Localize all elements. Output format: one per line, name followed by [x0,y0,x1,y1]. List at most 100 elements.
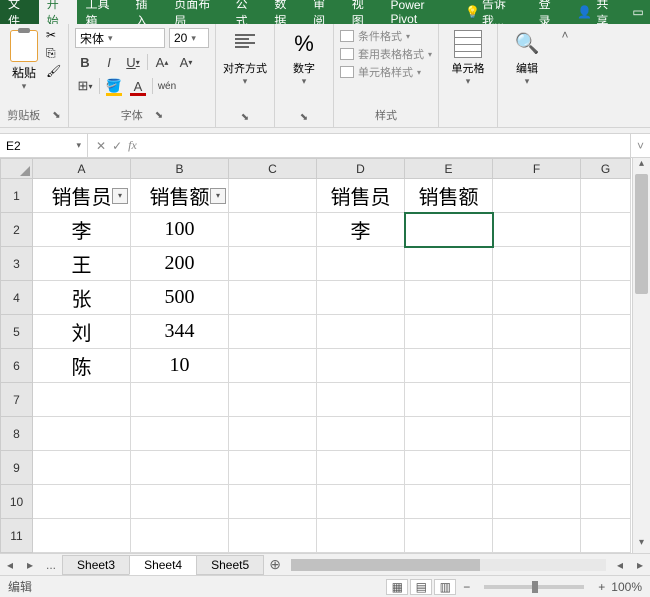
cell-B7[interactable] [131,383,229,417]
view-page-layout-button[interactable]: ▤ [410,579,432,595]
clipboard-launcher[interactable]: ⬊ [52,110,60,121]
column-header-C[interactable]: C [229,159,317,179]
cell-E11[interactable] [405,519,493,553]
hscroll-thumb[interactable] [291,559,480,571]
column-header-D[interactable]: D [317,159,405,179]
cell-B3[interactable]: 200 [131,247,229,281]
cell-B11[interactable] [131,519,229,553]
vertical-scrollbar[interactable]: ▴ ▾ [632,158,650,553]
alignment-launcher[interactable]: ⬊ [241,112,249,123]
sheet-nav-prev[interactable]: ◂ [0,558,20,572]
cell-F3[interactable] [493,247,581,281]
increase-font-button[interactable]: A▴ [152,52,172,72]
cell-A3[interactable]: 王 [33,247,131,281]
zoom-level[interactable]: 100% [611,580,642,594]
cell-A5[interactable]: 刘 [33,315,131,349]
cell-E10[interactable] [405,485,493,519]
zoom-thumb[interactable] [532,581,538,593]
cell-B2[interactable]: 100 [131,213,229,247]
cell-A8[interactable] [33,417,131,451]
row-header-2[interactable]: 2 [1,213,33,247]
paste-button[interactable]: 粘贴 ▾ [6,28,42,92]
cell-C1[interactable] [229,179,317,213]
sheet-tab-sheet4[interactable]: Sheet4 [129,555,197,575]
row-header-11[interactable]: 11 [1,519,33,553]
cell-D3[interactable] [317,247,405,281]
cell-C3[interactable] [229,247,317,281]
filter-button-B1[interactable]: ▾ [210,188,226,204]
cell-E3[interactable] [405,247,493,281]
format-as-table-button[interactable]: 套用表格格式▾ [340,46,432,62]
cells-button[interactable]: 单元格 ▾ [445,28,491,87]
bold-button[interactable]: B [75,52,95,72]
cell-D5[interactable] [317,315,405,349]
border-button[interactable]: ⊞▾ [75,76,95,96]
cell-D1[interactable]: 销售员 [317,179,405,213]
cell-C9[interactable] [229,451,317,485]
cell-F4[interactable] [493,281,581,315]
font-launcher[interactable]: ⬊ [155,110,163,121]
zoom-in-button[interactable]: + [598,580,605,594]
cell-F10[interactable] [493,485,581,519]
cell-C7[interactable] [229,383,317,417]
conditional-format-button[interactable]: 条件格式▾ [340,28,410,44]
window-help[interactable]: ▭ [626,5,650,19]
cell-G9[interactable] [581,451,631,485]
column-header-A[interactable]: A [33,159,131,179]
cell-A4[interactable]: 张 [33,281,131,315]
sheet-overflow[interactable]: ... [40,558,62,572]
name-box[interactable]: E2 ▾ [0,134,88,157]
cell-D2[interactable]: 李 [317,213,405,247]
font-size-combo[interactable]: 20▾ [169,28,209,48]
cell-E5[interactable] [405,315,493,349]
fill-color-button[interactable]: 🪣 [104,76,124,96]
cancel-formula-button[interactable]: ✕ [96,139,106,153]
cell-E1[interactable]: 销售额 [405,179,493,213]
number-button[interactable]: % 数字 ▾ [281,28,327,87]
hscroll-right[interactable]: ▸ [630,558,650,572]
cell-C8[interactable] [229,417,317,451]
phonetic-button[interactable]: wén [157,76,177,96]
cell-E9[interactable] [405,451,493,485]
cell-A10[interactable] [33,485,131,519]
cell-D8[interactable] [317,417,405,451]
underline-button[interactable]: U▾ [123,52,143,72]
accept-formula-button[interactable]: ✓ [112,139,122,153]
cell-A11[interactable] [33,519,131,553]
cell-C10[interactable] [229,485,317,519]
cell-D6[interactable] [317,349,405,383]
cell-C2[interactable] [229,213,317,247]
sheet-nav-next[interactable]: ▸ [20,558,40,572]
column-header-F[interactable]: F [493,159,581,179]
cell-F6[interactable] [493,349,581,383]
cell-F11[interactable] [493,519,581,553]
cell-E4[interactable] [405,281,493,315]
horizontal-scrollbar[interactable] [291,559,606,571]
cell-B1[interactable]: 销售额▾ [131,179,229,213]
row-header-5[interactable]: 5 [1,315,33,349]
collapse-ribbon-button[interactable]: ˄ [556,24,574,127]
cell-D4[interactable] [317,281,405,315]
cell-A9[interactable] [33,451,131,485]
font-name-combo[interactable]: 宋体▾ [75,28,165,48]
cell-A2[interactable]: 李 [33,213,131,247]
cell-B4[interactable]: 500 [131,281,229,315]
cell-C5[interactable] [229,315,317,349]
cell-D10[interactable] [317,485,405,519]
copy-icon[interactable]: ⎘ [46,46,62,60]
cell-G5[interactable] [581,315,631,349]
cell-C6[interactable] [229,349,317,383]
cell-E8[interactable] [405,417,493,451]
font-color-button[interactable]: A [128,76,148,96]
cell-G6[interactable] [581,349,631,383]
grid[interactable]: ABCDEFG1销售员▾销售额▾销售员销售额2李100李3王2004张5005刘… [0,158,632,553]
row-header-10[interactable]: 10 [1,485,33,519]
column-header-E[interactable]: E [405,159,493,179]
cell-G3[interactable] [581,247,631,281]
cell-G1[interactable] [581,179,631,213]
new-sheet-button[interactable]: ⊕ [263,556,287,573]
scroll-up-arrow[interactable]: ▴ [633,158,650,174]
cell-F7[interactable] [493,383,581,417]
column-header-G[interactable]: G [581,159,631,179]
row-header-9[interactable]: 9 [1,451,33,485]
